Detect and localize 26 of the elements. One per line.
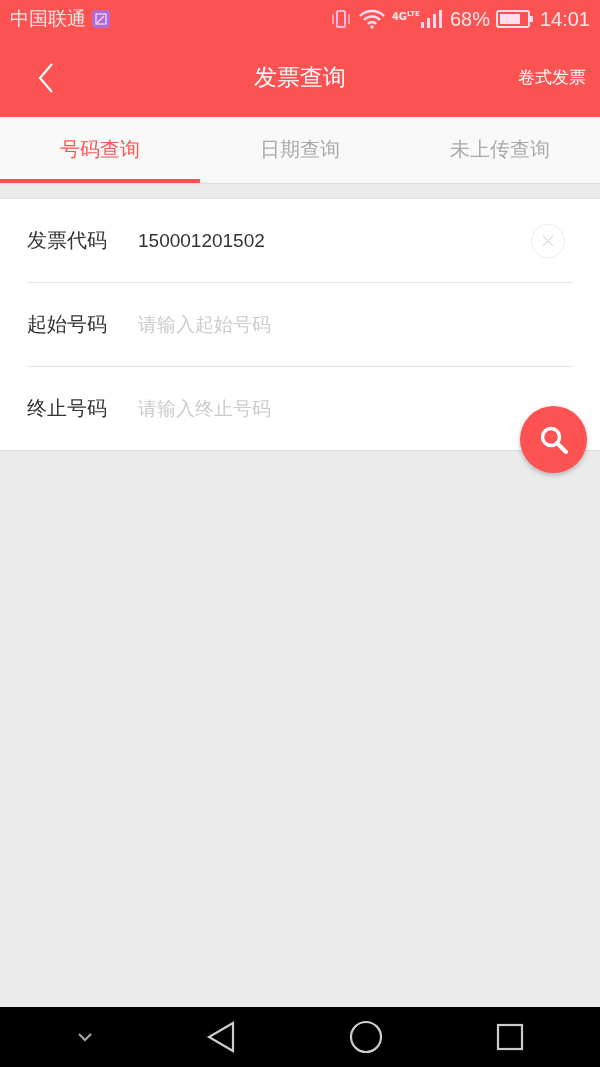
network-label: 4G$^{LTE}$ xyxy=(391,10,420,23)
tab[interactable]: 日期查询 xyxy=(200,117,400,183)
roll-invoice-button[interactable]: 卷式发票 xyxy=(510,66,600,89)
home-circle-icon[interactable] xyxy=(348,1020,383,1054)
field-label: 终止号码 xyxy=(27,395,108,422)
field-label: 起始号码 xyxy=(27,311,108,338)
vibrate-icon xyxy=(329,9,352,29)
signal-icon xyxy=(419,10,444,28)
recent-square-icon[interactable] xyxy=(495,1023,524,1051)
tab[interactable]: 未上传查询 xyxy=(400,117,600,183)
input-field[interactable]: 150001201502 xyxy=(138,229,478,252)
page-title: 发票查询 xyxy=(253,63,347,92)
clock-time: 14:01 xyxy=(539,7,590,31)
battery-percent: 68% xyxy=(449,7,490,31)
back-triangle-icon[interactable] xyxy=(205,1021,236,1053)
search-button[interactable] xyxy=(520,406,587,473)
chevron-down-icon[interactable] xyxy=(76,1032,93,1042)
tab[interactable]: 号码查询 xyxy=(0,117,200,183)
search-icon xyxy=(538,424,569,455)
close-icon xyxy=(542,234,554,247)
battery-icon xyxy=(495,10,534,28)
wifi-icon xyxy=(357,9,386,29)
field-label: 发票代码 xyxy=(27,227,108,254)
back-icon xyxy=(38,62,54,93)
gallery-icon xyxy=(92,10,110,28)
carrier-name: 中国联通 xyxy=(10,6,86,31)
